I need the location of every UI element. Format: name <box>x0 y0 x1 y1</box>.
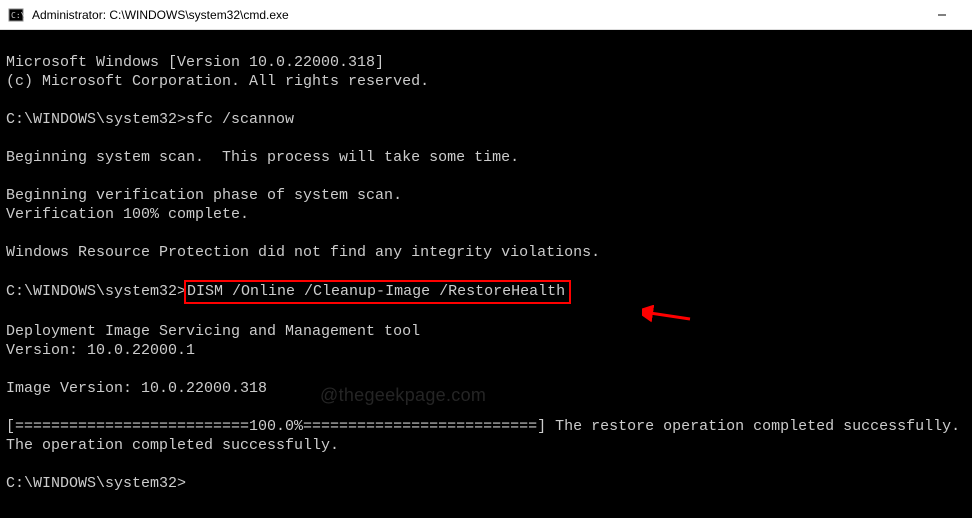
prompt-line: C:\WINDOWS\system32>DISM /Online /Cleanu… <box>6 283 571 300</box>
output-line: [==========================100.0%=======… <box>6 418 960 435</box>
output-line: (c) Microsoft Corporation. All rights re… <box>6 73 429 90</box>
minimize-button[interactable] <box>919 0 964 30</box>
command-text: sfc /scannow <box>186 111 294 128</box>
prompt-line: C:\WINDOWS\system32> <box>6 475 186 492</box>
output-line: The operation completed successfully. <box>6 437 339 454</box>
output-line: Windows Resource Protection did not find… <box>6 244 600 261</box>
output-line: Verification 100% complete. <box>6 206 249 223</box>
watermark-text: @thegeekpage.com <box>320 386 486 405</box>
output-line: Microsoft Windows [Version 10.0.22000.31… <box>6 54 384 71</box>
terminal-output[interactable]: Microsoft Windows [Version 10.0.22000.31… <box>0 30 972 518</box>
window-title: Administrator: C:\WINDOWS\system32\cmd.e… <box>32 8 911 22</box>
output-line: Beginning system scan. This process will… <box>6 149 519 166</box>
prompt-path: C:\WINDOWS\system32> <box>6 111 186 128</box>
output-line: Beginning verification phase of system s… <box>6 187 402 204</box>
cmd-window: C:\ Administrator: C:\WINDOWS\system32\c… <box>0 0 972 518</box>
output-line: Image Version: 10.0.22000.318 <box>6 380 267 397</box>
highlighted-command: DISM /Online /Cleanup-Image /RestoreHeal… <box>184 280 571 304</box>
output-line: Version: 10.0.22000.1 <box>6 342 195 359</box>
cmd-icon: C:\ <box>8 7 24 23</box>
svg-text:C:\: C:\ <box>11 11 24 20</box>
prompt-line: C:\WINDOWS\system32>sfc /scannow <box>6 111 294 128</box>
output-line: Deployment Image Servicing and Managemen… <box>6 323 420 340</box>
annotation-arrow-icon <box>588 286 638 306</box>
prompt-path: C:\WINDOWS\system32> <box>6 475 186 492</box>
window-controls <box>919 0 964 30</box>
prompt-path: C:\WINDOWS\system32> <box>6 283 186 300</box>
titlebar[interactable]: C:\ Administrator: C:\WINDOWS\system32\c… <box>0 0 972 30</box>
